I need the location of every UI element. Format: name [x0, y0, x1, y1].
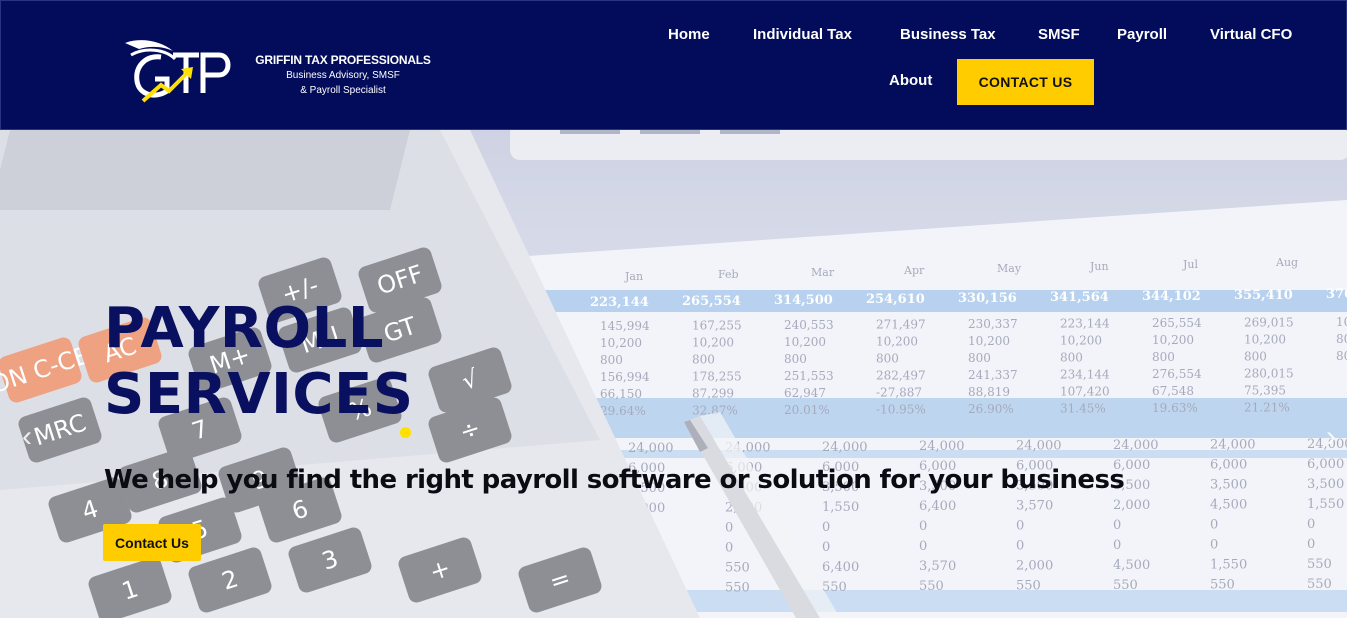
- site-header: GRIFFIN TAX PROFESSIONALS Business Advis…: [0, 0, 1347, 130]
- hero-subtitle: We help you find the right payroll softw…: [104, 465, 1125, 495]
- contact-us-nav-button[interactable]: CONTACT US: [957, 59, 1094, 105]
- brand-tagline-1: Business Advisory, SMSF: [286, 70, 400, 81]
- brand-logo[interactable]: GRIFFIN TAX PROFESSIONALS Business Advis…: [121, 37, 441, 107]
- brand-text: GRIFFIN TAX PROFESSIONALS Business Advis…: [243, 53, 443, 97]
- hero-contact-button[interactable]: Contact Us: [103, 524, 201, 561]
- hero-title: PAYROLL SERVICES: [104, 296, 414, 428]
- nav-payroll[interactable]: Payroll: [1117, 26, 1167, 43]
- hero-title-line-2: SERVICES: [104, 362, 414, 427]
- hero-title-line-1: PAYROLL: [104, 296, 385, 361]
- nav-business-tax[interactable]: Business Tax: [900, 26, 996, 43]
- accent-dot: [400, 427, 411, 438]
- nav-individual-tax[interactable]: Individual Tax: [753, 26, 852, 43]
- slider-next-arrow[interactable]: ›: [1326, 420, 1336, 454]
- nav-smsf[interactable]: SMSF: [1038, 26, 1080, 43]
- brand-name: GRIFFIN TAX PROFESSIONALS: [255, 53, 431, 67]
- brand-tagline-2: & Payroll Specialist: [300, 85, 386, 96]
- slider-prev-arrow[interactable]: ‹: [22, 420, 32, 454]
- nav-home[interactable]: Home: [668, 26, 710, 43]
- nav-virtual-cfo[interactable]: Virtual CFO: [1210, 26, 1292, 43]
- nav-about[interactable]: About: [889, 72, 932, 89]
- hero-slider: Jan Feb Mar Apr May Jun Jul Aug 223,144 265,554 31…: [0, 130, 1347, 618]
- griffin-logo-icon: [125, 40, 231, 103]
